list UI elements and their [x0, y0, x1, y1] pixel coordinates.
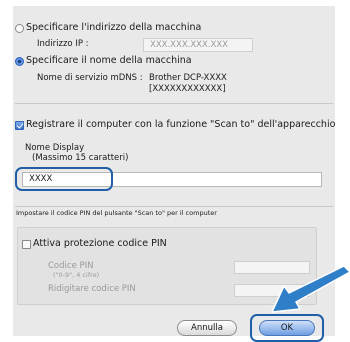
ip-label: Indirizzo IP :: [37, 39, 89, 49]
register-checkbox[interactable]: [15, 121, 24, 130]
register-checkbox-label[interactable]: Registrare il computer con la funzione "…: [26, 119, 335, 131]
address-radio[interactable]: [15, 24, 24, 33]
cancel-button[interactable]: Annulla: [177, 320, 237, 336]
mdns-label: Nome di servizio mDNS :: [37, 73, 143, 83]
pointer-arrow-icon: [271, 265, 350, 313]
display-name-hint: (Massimo 15 caratteri): [32, 153, 129, 163]
pin-confirm-label: Ridigitare codice PIN: [48, 284, 136, 294]
address-option-label[interactable]: Specificare l'indirizzo della macchina: [26, 22, 201, 34]
pin-code-hint: ("0-9", 4 cifre): [53, 271, 100, 279]
divider: [15, 206, 333, 207]
mdns-value-line1: Brother DCP-XXXX: [149, 73, 227, 83]
display-name-highlight: [15, 167, 113, 191]
divider: [15, 103, 333, 104]
name-radio[interactable]: [15, 57, 24, 66]
name-option-label[interactable]: Specificare il nome della macchina: [26, 55, 192, 67]
mdns-value-line2: [XXXXXXXXXXXX]: [149, 84, 226, 94]
pin-section-title: Impostare il codice PIN del pulsante "Sc…: [16, 209, 217, 217]
pin-protect-checkbox[interactable]: [22, 240, 31, 249]
pin-protect-label[interactable]: Attiva protezione codice PIN: [33, 238, 167, 250]
ip-address-field[interactable]: XXX.XXX.XXX.XXX: [143, 38, 253, 52]
ip-placeholder: XXX.XXX.XXX.XXX: [150, 40, 228, 50]
